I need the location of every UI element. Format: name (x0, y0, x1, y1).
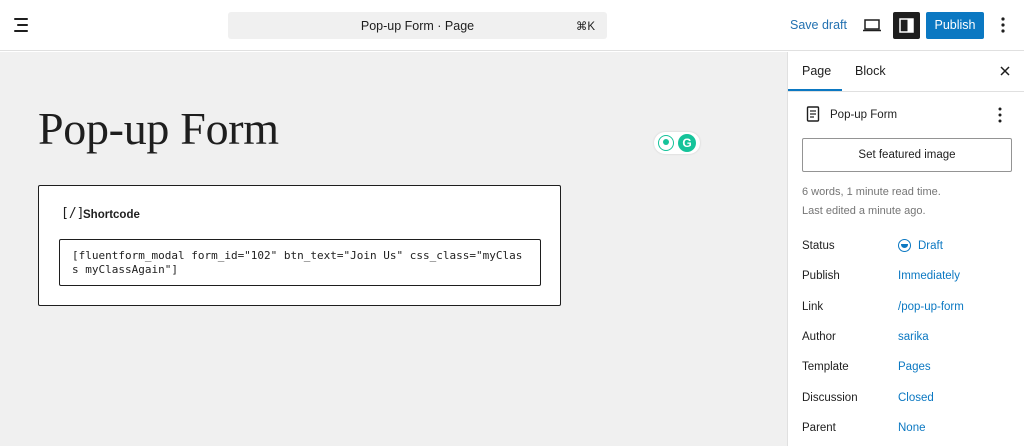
parent-label: Parent (802, 422, 836, 434)
shortcode-icon: [/] (61, 206, 85, 221)
document-overview-icon[interactable] (11, 15, 35, 35)
template-label: Template (802, 361, 849, 373)
settings-sidebar-icon[interactable] (893, 12, 920, 39)
desktop-preview-icon[interactable] (861, 14, 883, 36)
set-featured-image-button[interactable]: Set featured image (802, 138, 1012, 172)
document-title: Pop-up Form · Page (360, 19, 475, 33)
editor-header: Pop-up Form · Page ⌘K Save draft Publish (0, 0, 1024, 51)
editor-canvas: Pop-up Form G [/] Shortcode [fluentform_… (0, 52, 787, 446)
discussion-value[interactable]: Closed (898, 392, 934, 404)
status-value[interactable]: Draft (918, 240, 943, 252)
author-value[interactable]: sarika (898, 331, 929, 343)
lightbulb-icon[interactable] (658, 135, 674, 151)
parent-value[interactable]: None (898, 422, 926, 434)
tab-block[interactable]: Block (855, 64, 886, 78)
publish-label: Publish (802, 270, 840, 282)
settings-sidebar: Page Block Pop-up Form Set featured imag… (787, 52, 1024, 446)
grammarly-icon[interactable]: G (678, 134, 696, 152)
more-options-icon[interactable] (993, 105, 1007, 125)
keyboard-shortcut: ⌘K (575, 21, 595, 33)
reading-time: 6 words, 1 minute read time. (802, 186, 941, 198)
last-edited: Last edited a minute ago. (802, 205, 926, 217)
post-title[interactable]: Pop-up Form (38, 102, 279, 155)
shortcode-label: Shortcode (83, 209, 140, 221)
command-palette-bar[interactable]: Pop-up Form · Page ⌘K (228, 12, 607, 39)
close-icon[interactable] (997, 63, 1013, 79)
grammarly-widget[interactable]: G (654, 132, 700, 154)
draft-status-icon (898, 239, 911, 252)
document-title-sidebar: Pop-up Form (830, 109, 898, 121)
link-value[interactable]: /pop-up-form (898, 301, 964, 313)
shortcode-input[interactable]: [fluentform_modal form_id="102" btn_text… (59, 239, 541, 286)
discussion-label: Discussion (802, 392, 858, 404)
template-value[interactable]: Pages (898, 361, 931, 373)
active-tab-indicator (788, 89, 842, 91)
page-icon (806, 106, 820, 127)
link-label: Link (802, 301, 824, 313)
shortcode-block[interactable]: [/] Shortcode [fluentform_modal form_id=… (38, 185, 561, 306)
author-label: Author (802, 331, 836, 343)
tab-page[interactable]: Page (802, 64, 831, 78)
options-menu-icon[interactable] (995, 14, 1011, 36)
publish-button[interactable]: Publish (926, 12, 984, 39)
status-label: Status (802, 240, 835, 252)
document-summary: Pop-up Form (802, 104, 1022, 124)
save-draft-button[interactable]: Save draft (790, 18, 847, 32)
publish-value[interactable]: Immediately (898, 270, 960, 282)
sidebar-tabs: Page Block (788, 52, 1024, 92)
